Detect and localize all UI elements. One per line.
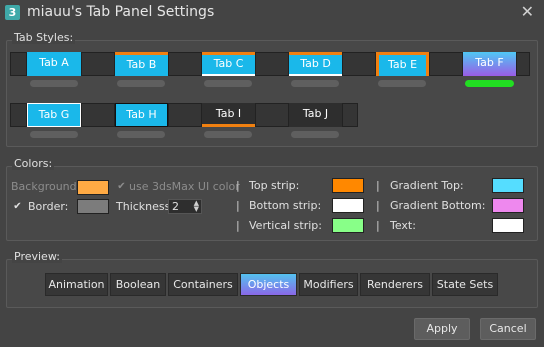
- colors-label: Colors:: [12, 157, 55, 170]
- gradient-top-label: Gradient Top:: [390, 179, 464, 192]
- top-strip-color-swatch[interactable]: [332, 178, 364, 193]
- tab-indicator[interactable]: [204, 131, 252, 138]
- gradient-bottom-label: Gradient Bottom:: [390, 199, 486, 212]
- text-color-label: Text:: [390, 219, 416, 232]
- preview-tab-containers[interactable]: Containers: [168, 273, 238, 296]
- tab-style-b[interactable]: Tab B: [115, 52, 168, 76]
- tab-spacer: [255, 52, 289, 76]
- tab-style-j[interactable]: Tab J: [289, 103, 342, 127]
- separator: |: [236, 199, 240, 212]
- use-ui-color-label: use 3dsMax UI color: [129, 180, 240, 193]
- bottom-strip-color-swatch[interactable]: [332, 198, 364, 213]
- tab-spacer: [81, 52, 115, 76]
- background-color-swatch[interactable]: [77, 180, 109, 195]
- tab-spacer: [342, 52, 376, 76]
- tab-spacer: [81, 103, 115, 127]
- spinner-arrows-icon[interactable]: ▲ ▼: [194, 200, 199, 213]
- thickness-label: Thickness:: [116, 200, 175, 213]
- vertical-strip-label: Vertical strip:: [249, 219, 322, 232]
- title-bar: 3 miauu's Tab Panel Settings ✕: [0, 0, 544, 26]
- background-label: Background:: [11, 180, 81, 193]
- tab-spacer: [255, 103, 289, 127]
- window-title: miauu's Tab Panel Settings: [27, 4, 215, 20]
- preview-label: Preview:: [12, 250, 62, 263]
- tab-styles-label: Tab Styles:: [12, 31, 76, 44]
- tab-style-h[interactable]: Tab H: [115, 103, 168, 127]
- top-strip-label: Top strip:: [249, 179, 300, 192]
- separator: |: [376, 179, 380, 192]
- tab-indicator[interactable]: [291, 80, 339, 87]
- tab-style-d[interactable]: Tab D: [289, 52, 342, 76]
- preview-tab-renderers[interactable]: Renderers: [360, 273, 430, 296]
- tab-spacer: [168, 103, 202, 127]
- preview-tab-modifiers[interactable]: Modifiers: [299, 273, 358, 296]
- app-icon: 3: [5, 5, 20, 20]
- tab-indicator[interactable]: [30, 131, 78, 138]
- tab-indicator[interactable]: [204, 80, 252, 87]
- tab-spacer: [10, 103, 27, 127]
- tab-spacer: [10, 52, 27, 76]
- separator: |: [376, 199, 380, 212]
- thickness-spinner[interactable]: 2 ▲ ▼: [168, 199, 202, 214]
- tab-style-c[interactable]: Tab C: [202, 52, 255, 76]
- close-icon[interactable]: ✕: [521, 2, 534, 21]
- tab-indicator[interactable]: [117, 131, 165, 138]
- separator: |: [376, 219, 380, 232]
- preview-tab-state-sets[interactable]: State Sets: [432, 273, 498, 296]
- border-checkbox[interactable]: ✔: [12, 201, 23, 212]
- preview-tab-objects[interactable]: Objects: [240, 273, 297, 296]
- tab-spacer: [168, 52, 202, 76]
- tab-spacer: [342, 103, 358, 127]
- use-ui-color-checkbox[interactable]: ✔: [116, 181, 127, 192]
- bottom-strip-label: Bottom strip:: [249, 199, 322, 212]
- tab-indicator[interactable]: [30, 80, 78, 87]
- tab-style-f[interactable]: Tab F: [463, 52, 516, 76]
- text-color-swatch[interactable]: [492, 218, 524, 233]
- tab-indicator[interactable]: [378, 80, 426, 87]
- separator: |: [236, 179, 240, 192]
- tab-indicator[interactable]: [117, 80, 165, 87]
- tab-style-i[interactable]: Tab I: [202, 103, 255, 127]
- tab-style-g[interactable]: Tab G: [27, 103, 81, 127]
- preview-tab-boolean[interactable]: Boolean: [110, 273, 166, 296]
- tab-spacer: [429, 52, 463, 76]
- preview-tab-animation[interactable]: Animation: [45, 273, 108, 296]
- border-label: Border:: [28, 200, 69, 213]
- apply-button[interactable]: Apply: [414, 318, 470, 340]
- separator: |: [236, 219, 240, 232]
- gradient-top-color-swatch[interactable]: [492, 178, 524, 193]
- gradient-bottom-color-swatch[interactable]: [492, 198, 524, 213]
- vertical-strip-color-swatch[interactable]: [332, 218, 364, 233]
- cancel-button[interactable]: Cancel: [480, 318, 536, 340]
- thickness-value: 2: [172, 200, 179, 213]
- border-color-swatch[interactable]: [77, 199, 109, 214]
- tab-indicator-selected[interactable]: [465, 80, 514, 87]
- tab-indicator[interactable]: [291, 131, 339, 138]
- tab-style-a[interactable]: Tab A: [27, 52, 81, 76]
- tab-spacer: [516, 52, 530, 76]
- tab-style-e[interactable]: Tab E: [376, 52, 429, 76]
